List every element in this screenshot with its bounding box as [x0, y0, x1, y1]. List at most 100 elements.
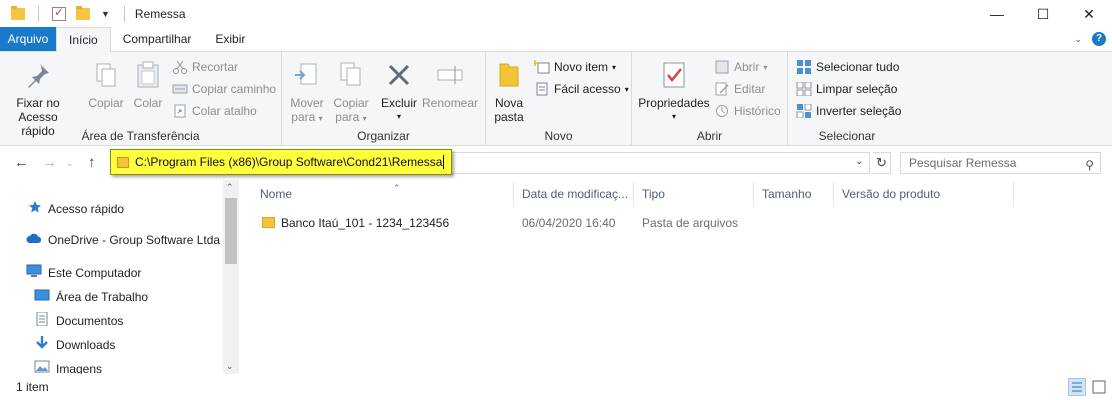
history-button[interactable]: Histórico — [714, 104, 781, 118]
cut-button[interactable]: Recortar — [172, 60, 238, 74]
copy-icon — [91, 60, 121, 90]
select-all-button[interactable]: Selecionar tudo — [796, 60, 899, 74]
open-label: Abrir — [734, 60, 760, 74]
nav-item-desktop[interactable]: Área de Trabalho — [34, 288, 148, 305]
paste-button[interactable]: Colar — [130, 60, 166, 110]
delete-label: Excluir — [380, 96, 417, 110]
ribbon: Fixar no Acesso rápido Copiar Colar Reco… — [0, 52, 1112, 146]
column-header-modified[interactable]: Data de modificaç... — [514, 182, 634, 206]
star-icon — [28, 200, 42, 217]
copy-path-button[interactable]: Copiar caminho — [172, 82, 276, 96]
invert-selection-button[interactable]: Inverter seleção — [796, 103, 901, 119]
column-header-type[interactable]: Tipo — [634, 182, 754, 206]
tab-view[interactable]: Exibir — [203, 27, 257, 51]
new-folder-button[interactable]: Nova pasta — [490, 60, 528, 124]
delete-button[interactable]: Excluir ▾ — [378, 60, 420, 124]
dropdown-chevron-icon: ▾ — [763, 62, 768, 72]
scroll-up-chevron-icon[interactable]: ⌃ — [226, 182, 234, 193]
clipboard-group: Fixar no Acesso rápido Copiar Colar Reco… — [0, 52, 282, 146]
copy-button[interactable]: Copiar — [84, 60, 128, 110]
file-modified: 06/04/2020 16:40 — [522, 216, 616, 230]
file-name: Banco Itaú_101 - 1234_123456 — [281, 216, 450, 230]
dropdown-chevron-icon: ▾ — [396, 112, 401, 121]
nav-pane-scrollbar[interactable]: ⌃ ⌄ — [223, 180, 239, 374]
dropdown-chevron-icon: ▾ — [624, 84, 629, 94]
nav-item-label: Documentos — [56, 313, 124, 328]
easy-access-label: Fácil acesso — [554, 82, 621, 96]
nav-item-this-pc[interactable]: Este Computador — [26, 264, 141, 281]
paste-shortcut-button[interactable]: Colar atalho — [172, 104, 257, 118]
divider — [123, 6, 125, 22]
minimize-button[interactable]: — — [974, 0, 1020, 28]
dropdown-chevron-icon: ▾ — [671, 112, 676, 121]
nav-item-documents[interactable]: Documentos — [34, 311, 124, 329]
details-view-button[interactable] — [1068, 378, 1086, 396]
history-icon — [714, 104, 730, 118]
column-header-size[interactable]: Tamanho — [754, 182, 834, 206]
new-folder-label-line2: pasta — [494, 110, 524, 124]
column-header-name[interactable]: ⌃ Nome — [252, 182, 514, 206]
back-arrow-icon[interactable]: ← — [14, 154, 29, 171]
column-header-version[interactable]: Versão do produto — [834, 182, 1014, 206]
large-icons-view-button[interactable] — [1090, 378, 1108, 396]
organize-group-label: Organizar — [357, 129, 410, 143]
scroll-down-chevron-icon[interactable]: ⌄ — [226, 361, 234, 372]
select-none-button[interactable]: Limpar seleção — [796, 81, 898, 97]
search-input[interactable]: Pesquisar Remessa ⚲ — [900, 152, 1101, 174]
new-group: Nova pasta Novo item ▾ Fácil acesso ▾ No… — [486, 52, 632, 146]
nav-item-label: OneDrive - Group Software Ltda — [48, 232, 221, 247]
copy-path-label: Copiar caminho — [192, 82, 277, 96]
forward-arrow-icon[interactable]: → — [42, 154, 57, 171]
recent-locations-chevron-icon[interactable]: ⌄ — [66, 158, 74, 169]
pin-quick-access-button[interactable]: Fixar no Acesso rápido — [6, 60, 70, 138]
easy-access-icon — [534, 82, 550, 96]
rename-icon — [435, 60, 465, 90]
open-icon — [714, 60, 730, 74]
address-path-field[interactable]: C:\Program Files (x86)\Group Software\Co… — [110, 149, 452, 175]
new-item-button[interactable]: Novo item ▾ — [532, 60, 617, 74]
column-label: Data de modificaç... — [522, 187, 629, 201]
tab-home[interactable]: Início — [56, 27, 111, 52]
copy-path-icon — [172, 82, 188, 96]
edit-button[interactable]: Editar — [714, 82, 765, 96]
details-view-icon — [1072, 382, 1082, 392]
quick-access-toolbar: ▼ Remessa — [0, 5, 186, 22]
file-name-cell: Banco Itaú_101 - 1234_123456 — [262, 212, 449, 234]
tab-file[interactable]: Arquivo — [0, 27, 56, 51]
sort-ascending-icon: ⌃ — [393, 183, 401, 193]
properties-button[interactable]: Propriedades ▾ — [636, 60, 712, 124]
file-type: Pasta de arquivos — [642, 216, 739, 230]
expand-ribbon-chevron-icon[interactable]: ⌄ — [1074, 34, 1082, 45]
rename-button[interactable]: Renomear — [422, 60, 478, 110]
help-icon[interactable]: ? — [1092, 32, 1106, 46]
easy-access-button[interactable]: Fácil acesso ▾ — [534, 82, 629, 96]
nav-item-label: Este Computador — [48, 265, 142, 280]
new-item-icon — [532, 60, 550, 74]
new-folder-icon[interactable] — [76, 6, 90, 20]
table-row[interactable]: Banco Itaú_101 - 1234_123456 06/04/2020 … — [262, 212, 862, 234]
properties-icon[interactable] — [52, 5, 66, 21]
up-arrow-icon[interactable]: ↑ — [88, 154, 96, 171]
large-icons-view-icon — [1092, 380, 1106, 394]
maximize-button[interactable]: ☐ — [1020, 0, 1066, 28]
copy-to-button[interactable]: Copiar para ▾ — [330, 60, 372, 126]
scrollbar-thumb[interactable] — [225, 198, 237, 264]
open-button[interactable]: Abrir ▾ — [714, 60, 767, 74]
refresh-icon[interactable]: ↻ — [873, 152, 891, 174]
nav-item-onedrive[interactable]: OneDrive - Group Software Ltda — [26, 232, 220, 247]
text-caret — [443, 155, 445, 169]
customize-toolbar-chevron-icon[interactable]: ▼ — [101, 9, 110, 19]
move-to-button[interactable]: Mover para ▾ — [286, 60, 328, 126]
download-icon — [34, 336, 50, 353]
copy-label: Copiar — [88, 96, 124, 110]
document-icon — [34, 311, 50, 329]
dropdown-chevron-icon: ▾ — [612, 62, 617, 72]
tab-share[interactable]: Compartilhar — [111, 27, 204, 51]
item-count: 1 item — [16, 380, 49, 394]
select-all-icon — [796, 60, 812, 74]
select-none-label: Limpar seleção — [816, 82, 898, 96]
address-dropdown-chevron-icon[interactable]: ⌄ — [855, 156, 863, 167]
close-button[interactable]: ✕ — [1066, 0, 1112, 28]
nav-item-quick-access[interactable]: Acesso rápido — [28, 200, 124, 217]
nav-item-downloads[interactable]: Downloads — [34, 336, 115, 353]
